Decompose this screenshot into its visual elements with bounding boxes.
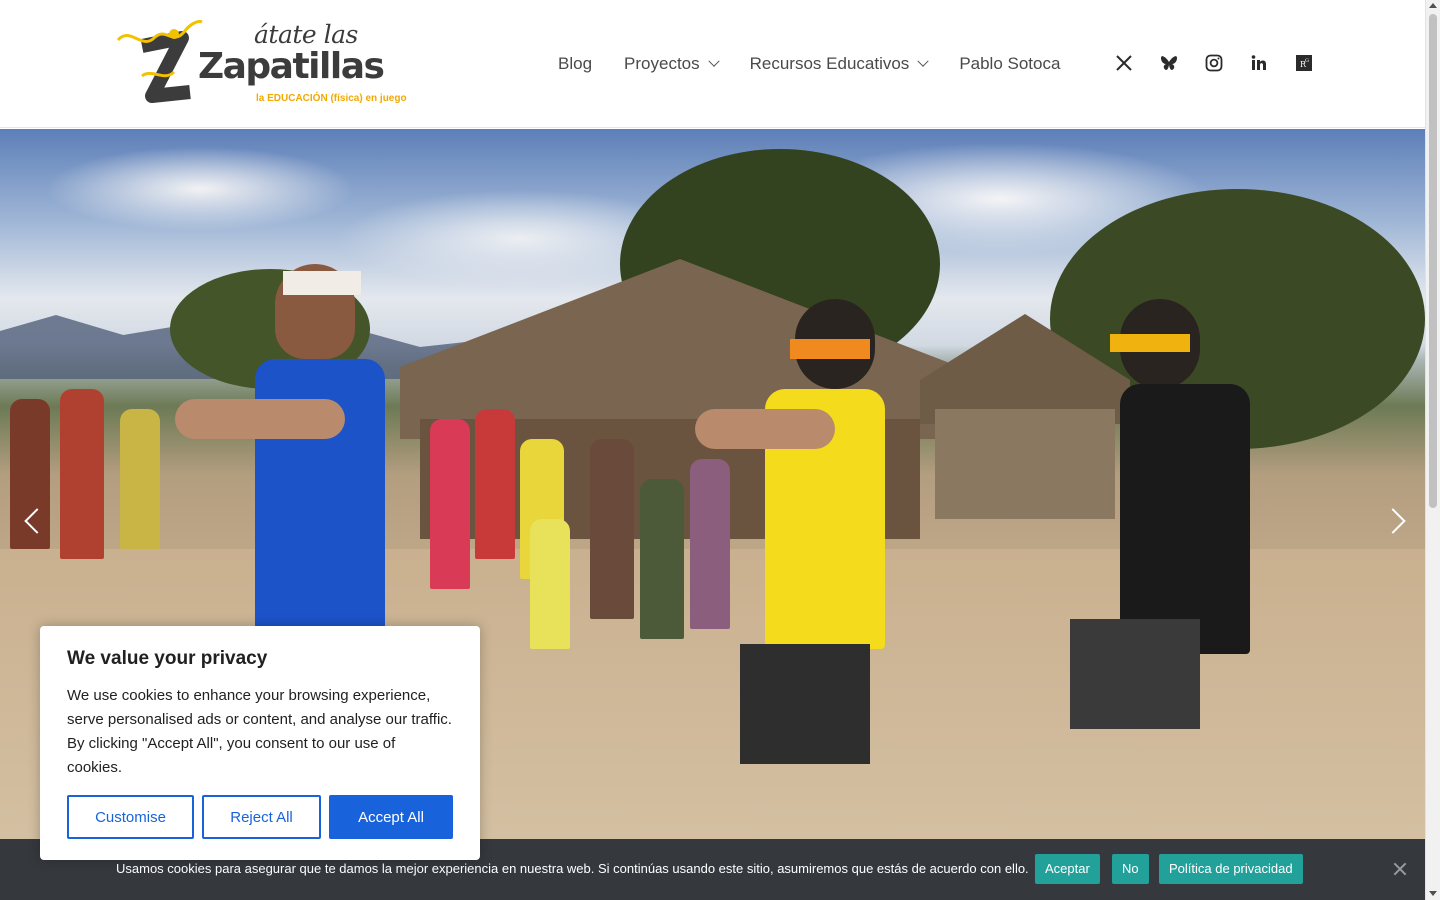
chevron-down-icon	[707, 55, 720, 67]
site-logo[interactable]: átate las Zapatillas la EDUCACIÓN (físic…	[112, 16, 408, 112]
chevron-down-icon	[917, 55, 929, 67]
cookie-notice-message: Usamos cookies para asegurar que te damo…	[116, 861, 1029, 876]
nav-item-label: Blog	[558, 54, 593, 73]
reject-all-button[interactable]: Reject All	[202, 795, 321, 839]
nav-item-label: Pablo Sotoca	[959, 54, 1061, 73]
hero-child	[640, 479, 684, 639]
instagram-icon[interactable]	[1203, 52, 1225, 74]
nav-item-label: Recursos Educativos	[749, 54, 910, 73]
cookie-no-button[interactable]: No	[1112, 854, 1149, 884]
hero-child	[590, 439, 634, 619]
scroll-down-icon[interactable]	[1429, 891, 1437, 896]
privacy-modal-body: We use cookies to enhance your browsing …	[67, 687, 452, 776]
linkedin-icon[interactable]	[1248, 52, 1270, 74]
logo-mark-icon	[116, 20, 203, 103]
hero-child	[475, 409, 515, 559]
customise-button[interactable]: Customise	[67, 795, 194, 839]
hero-person-yellow	[695, 299, 925, 900]
hero-child	[430, 419, 470, 589]
scrollbar-thumb[interactable]	[1429, 14, 1437, 508]
site-header: átate las Zapatillas la EDUCACIÓN (físic…	[0, 0, 1425, 128]
researchgate-icon[interactable]: RG	[1293, 52, 1315, 74]
privacy-modal-buttons: Customise Reject All Accept All	[67, 795, 453, 839]
social-links: RG	[1113, 52, 1338, 74]
privacy-modal-title: We value your privacy	[67, 648, 268, 669]
nav-item-blog[interactable]: Blog	[558, 54, 592, 74]
hero-child	[60, 389, 104, 559]
cookie-accept-button[interactable]: Aceptar	[1035, 854, 1100, 884]
privacy-consent-modal: We value your privacy We use cookies to …	[40, 626, 480, 860]
hero-person-black	[1060, 299, 1260, 900]
privacy-policy-button[interactable]: Política de privacidad	[1159, 854, 1303, 884]
page-scrollbar[interactable]	[1425, 0, 1440, 900]
nav-item-proyectos[interactable]: Proyectos	[624, 54, 720, 74]
hero-child	[120, 409, 160, 549]
close-icon[interactable]	[1392, 861, 1408, 877]
nav-item-recursos-educativos[interactable]: Recursos Educativos	[749, 54, 929, 74]
logo-line-1: átate las	[254, 20, 358, 49]
main-nav: Blog Proyectos Recursos Educativos Pablo…	[558, 52, 1092, 76]
chevron-right-icon[interactable]	[1380, 508, 1406, 534]
x-icon[interactable]	[1113, 52, 1135, 74]
bluesky-icon[interactable]	[1158, 52, 1180, 74]
accept-all-button[interactable]: Accept All	[329, 795, 453, 839]
logo-line-2: Zapatillas	[198, 46, 385, 87]
nav-item-pablo-sotoca[interactable]: Pablo Sotoca	[959, 54, 1060, 74]
nav-item-label: Proyectos	[624, 54, 700, 73]
logo-tagline: la EDUCACIÓN (física) en juego	[256, 93, 407, 104]
svg-text:G: G	[1305, 58, 1309, 64]
hero-child	[530, 519, 570, 649]
scroll-up-icon[interactable]	[1429, 3, 1437, 8]
